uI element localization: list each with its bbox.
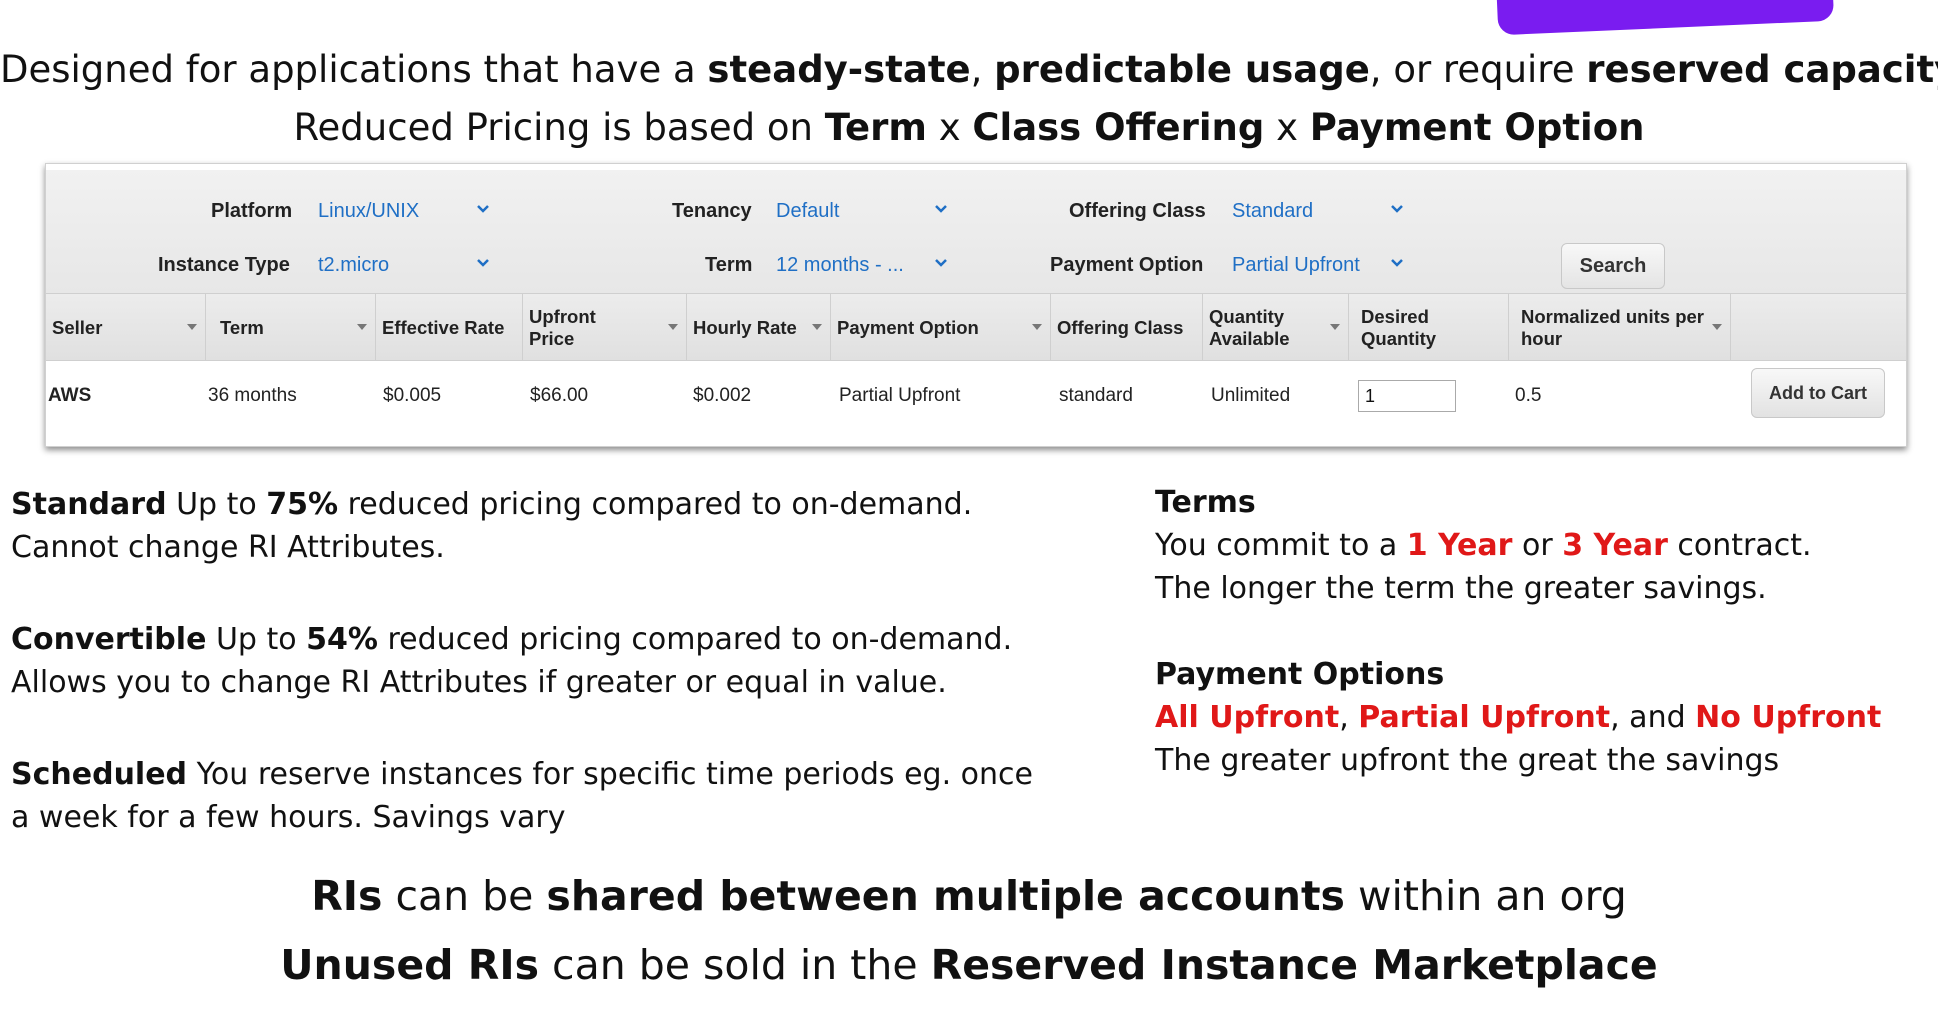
col-header-normalized-units[interactable]: Normalized units per hour — [1509, 294, 1731, 361]
chevron-down-icon[interactable] — [934, 204, 952, 218]
cell-offering-class: standard — [1059, 385, 1133, 406]
cell-hourly-rate: $0.002 — [693, 385, 752, 406]
payment-option-label: Payment Option — [1050, 254, 1204, 276]
sort-caret-icon — [1712, 324, 1722, 330]
instance-type-select[interactable]: t2.micro — [318, 254, 389, 277]
col-header-seller[interactable]: Seller — [46, 294, 206, 361]
col-header-upfront-price[interactable]: Upfront Price — [523, 294, 687, 361]
offering-class-select[interactable]: Standard — [1232, 200, 1313, 223]
tenancy-label: Tenancy — [672, 200, 752, 222]
col-header-quantity-available[interactable]: Quantity Available — [1203, 294, 1349, 361]
platform-select[interactable]: Linux/UNIX — [318, 200, 419, 223]
standard-class-text: Standard Up to 75% reduced pricing compa… — [11, 487, 973, 565]
convertible-class-text: Convertible Up to 54% reduced pricing co… — [11, 622, 1013, 700]
chevron-down-icon[interactable] — [476, 258, 494, 272]
footer-line2: Unused RIs can be sold in the Reserved I… — [280, 941, 1658, 989]
sort-caret-icon — [1330, 324, 1340, 330]
sort-caret-icon — [357, 324, 367, 330]
add-to-cart-button[interactable]: Add to Cart — [1751, 368, 1885, 418]
chevron-down-icon[interactable] — [934, 258, 952, 272]
ri-marketplace-panel: Platform Linux/UNIX Tenancy Default Offe… — [45, 163, 1907, 447]
desired-quantity-input[interactable]: 1 — [1358, 380, 1456, 412]
col-header-offering-class[interactable]: Offering Class — [1051, 294, 1203, 361]
cell-payment-option: Partial Upfront — [839, 385, 961, 406]
chevron-down-icon[interactable] — [1390, 204, 1408, 218]
headline-line1: Designed for applications that have a st… — [0, 48, 1938, 91]
table-row: AWS 36 months $0.005 $66.00 $0.002 Parti… — [46, 362, 1906, 430]
sort-caret-icon — [187, 324, 197, 330]
col-header-payment-option[interactable]: Payment Option — [831, 294, 1051, 361]
chevron-down-icon[interactable] — [476, 204, 494, 218]
col-header-term[interactable]: Term — [206, 294, 376, 361]
cell-term: 36 months — [208, 385, 297, 406]
sort-caret-icon — [668, 324, 678, 330]
cell-quantity-available: Unlimited — [1211, 385, 1291, 406]
cell-seller: AWS — [48, 385, 92, 406]
purple-banner-tab — [1495, 0, 1835, 36]
term-label: Term — [705, 254, 753, 276]
platform-label: Platform — [211, 200, 293, 222]
table-header-row: Seller Term Effective Rate Upfront Price … — [46, 294, 1906, 361]
footer-line1: RIs can be shared between multiple accou… — [311, 872, 1627, 920]
col-header-hourly-rate[interactable]: Hourly Rate — [687, 294, 831, 361]
headline-line2: Reduced Pricing is based on Term x Class… — [293, 106, 1645, 149]
chevron-down-icon[interactable] — [1390, 258, 1408, 272]
cell-effective-rate: $0.005 — [383, 385, 442, 406]
search-button[interactable]: Search — [1561, 243, 1665, 289]
scheduled-class-text: Scheduled You reserve instances for spec… — [11, 757, 1033, 835]
payment-option-select[interactable]: Partial Upfront — [1232, 254, 1360, 277]
col-header-desired-quantity[interactable]: Desired Quantity — [1349, 294, 1509, 361]
tenancy-select[interactable]: Default — [776, 200, 839, 223]
offering-class-label: Offering Class — [1069, 200, 1206, 222]
instance-type-label: Instance Type — [158, 254, 290, 276]
terms-text: Terms You commit to a 1 Year or 3 Year co… — [1155, 485, 1812, 606]
filter-bar: Platform Linux/UNIX Tenancy Default Offe… — [46, 170, 1906, 294]
cell-upfront-price: $66.00 — [530, 385, 589, 406]
payment-options-text: Payment Options All Upfront, Partial Upfr… — [1155, 657, 1882, 778]
cell-normalized-units: 0.5 — [1515, 385, 1542, 406]
sort-caret-icon — [812, 324, 822, 330]
sort-caret-icon — [1032, 324, 1042, 330]
col-header-effective-rate[interactable]: Effective Rate — [376, 294, 523, 361]
term-select[interactable]: 12 months - ... — [776, 254, 904, 277]
